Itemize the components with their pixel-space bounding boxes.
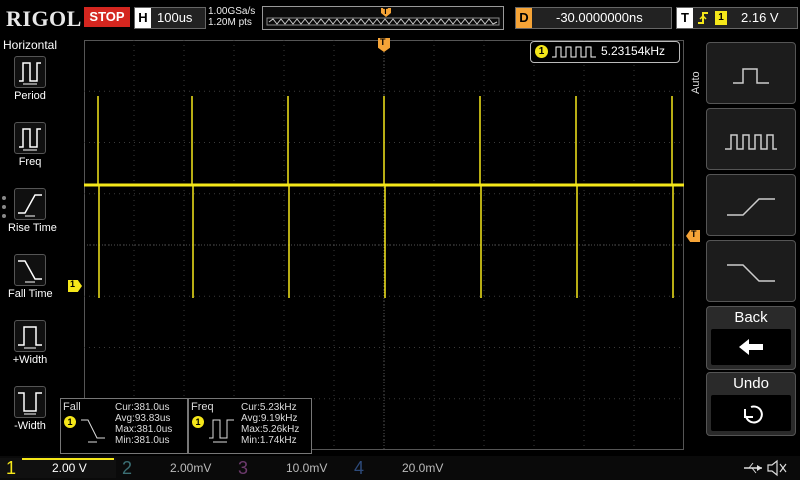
period-icon: [14, 56, 46, 88]
freq-label: Freq: [18, 156, 42, 168]
ch1-number: 1: [6, 458, 17, 478]
measure-freq-button[interactable]: Freq: [8, 122, 52, 168]
measurement-values: Cur:5.23kHz Avg:9.19kHz Max:5.26kHz Min:…: [241, 402, 300, 446]
channel-status-bar: 1 2.00 V 2 2.00mV 3 10.0mV 4 20.0mV: [0, 456, 800, 480]
single-pulse-icon: [733, 68, 769, 84]
timebase-value: 100us: [157, 10, 193, 25]
trigger-label: T: [677, 8, 693, 28]
ch2-number: 2: [122, 458, 133, 478]
trigger-channel-badge: 1: [715, 11, 727, 25]
waveform-memory-timeline[interactable]: T: [262, 6, 504, 30]
trigger-edge-icon: [698, 12, 708, 24]
counter-value: 5.23154kHz: [601, 44, 666, 58]
measurement-channel-badge: 1: [64, 416, 76, 428]
undo-button[interactable]: Undo: [706, 372, 796, 436]
neg-width-icon: [14, 386, 46, 418]
ch2-scale: 2.00mV: [170, 461, 212, 475]
undo-icon: [711, 395, 791, 431]
measurement-fall[interactable]: Fall 1 Cur:381.0us Avg:93.83us Max:381.0…: [60, 398, 188, 454]
timebase-label: H: [135, 8, 151, 28]
ch3-number: 3: [238, 458, 249, 478]
ch3-indicator[interactable]: 3 10.0mV: [234, 458, 348, 478]
measurement-values: Cur:381.0us Avg:93.83us Max:381.0us Min:…: [115, 402, 173, 446]
run-stop-indicator[interactable]: STOP: [84, 7, 130, 27]
trigger-level: 2.16 V: [741, 10, 779, 25]
rise-time-label: Rise Time: [8, 222, 57, 234]
mute-icon[interactable]: [766, 459, 788, 477]
rising-edge-button[interactable]: [706, 174, 796, 236]
measurement-title: Fall: [63, 401, 81, 413]
brand-logo: RIGOL: [6, 6, 82, 31]
ch3-scale: 10.0mV: [286, 461, 328, 475]
delay-value: -30.0000000ns: [556, 10, 643, 25]
rising-edge-icon: [727, 198, 775, 216]
measurement-channel-badge: 1: [192, 416, 204, 428]
back-label: Back: [734, 309, 768, 326]
ch4-scale: 20.0mV: [402, 461, 444, 475]
counter-channel-badge: 1: [535, 45, 548, 58]
period-label: Period: [14, 90, 46, 102]
fall-time-icon: [81, 419, 105, 443]
measurement-title: Freq: [191, 401, 214, 413]
measure-period-button[interactable]: Period: [8, 56, 52, 102]
measure-neg-width-button[interactable]: -Width: [8, 386, 52, 432]
ch1-offset-marker[interactable]: 1: [68, 280, 82, 292]
trigger-mode-label: Auto: [690, 71, 702, 94]
ch4-indicator[interactable]: 4 20.0mV: [350, 458, 464, 478]
undo-label: Undo: [733, 375, 769, 392]
neg-width-label: -Width: [14, 420, 46, 432]
back-arrow-icon: [711, 329, 791, 365]
delay-box[interactable]: D -30.0000000ns: [515, 7, 672, 29]
back-button[interactable]: Back: [706, 306, 796, 370]
ch4-number: 4: [354, 458, 365, 478]
delay-label: D: [516, 8, 532, 28]
falling-edge-button[interactable]: [706, 240, 796, 302]
pulse-train-button[interactable]: [706, 108, 796, 170]
ch1-indicator[interactable]: 1 2.00 V: [0, 458, 116, 478]
timebase-box[interactable]: H 100us: [134, 7, 206, 29]
falling-edge-icon: [727, 264, 775, 282]
single-pulse-button[interactable]: [706, 42, 796, 104]
ch2-indicator[interactable]: 2 2.00mV: [118, 458, 232, 478]
measure-pos-width-button[interactable]: +Width: [8, 320, 52, 366]
measure-fall-time-button[interactable]: Fall Time: [8, 254, 53, 300]
pulse-train-icon: [725, 134, 777, 150]
pulse-train-icon: [552, 46, 596, 58]
top-status-bar: RIGOL STOP H 100us 1.00GSa/s 1.20M pts T…: [0, 0, 800, 36]
usb-icon: [744, 462, 762, 474]
trigger-box[interactable]: T 1 2.16 V: [676, 7, 798, 29]
menu-page-dots: [2, 196, 7, 226]
freq-icon: [209, 419, 234, 443]
ch1-scale: 2.00 V: [52, 461, 87, 475]
rise-time-icon: [14, 188, 46, 220]
fall-time-icon: [14, 254, 46, 286]
measure-rise-time-button[interactable]: Rise Time: [8, 188, 57, 234]
horizontal-measure-menu: Horizontal Period Freq Rise Time Fall Ti…: [0, 36, 60, 456]
waveform-display[interactable]: T 1 5.23154kHz Fall 1 Cur:381.0us Avg:93…: [60, 38, 684, 454]
fall-time-label: Fall Time: [8, 288, 53, 300]
memory-depth: 1.20M pts: [208, 17, 252, 28]
frequency-counter[interactable]: 1 5.23154kHz: [530, 41, 680, 63]
acquisition-info: 1.00GSa/s 1.20M pts: [208, 6, 255, 28]
graticule: [84, 40, 684, 450]
sample-rate: 1.00GSa/s: [208, 6, 256, 17]
pos-width-icon: [14, 320, 46, 352]
measurement-freq[interactable]: Freq 1 Cur:5.23kHz Avg:9.19kHz Max:5.26k…: [188, 398, 312, 454]
trigger-slope-menu: Auto Back Undo: [686, 36, 800, 456]
pos-width-label: +Width: [12, 354, 48, 366]
menu-title: Horizontal: [2, 38, 58, 52]
timeline-trigger-marker: T: [383, 7, 388, 16]
freq-icon: [14, 122, 46, 154]
